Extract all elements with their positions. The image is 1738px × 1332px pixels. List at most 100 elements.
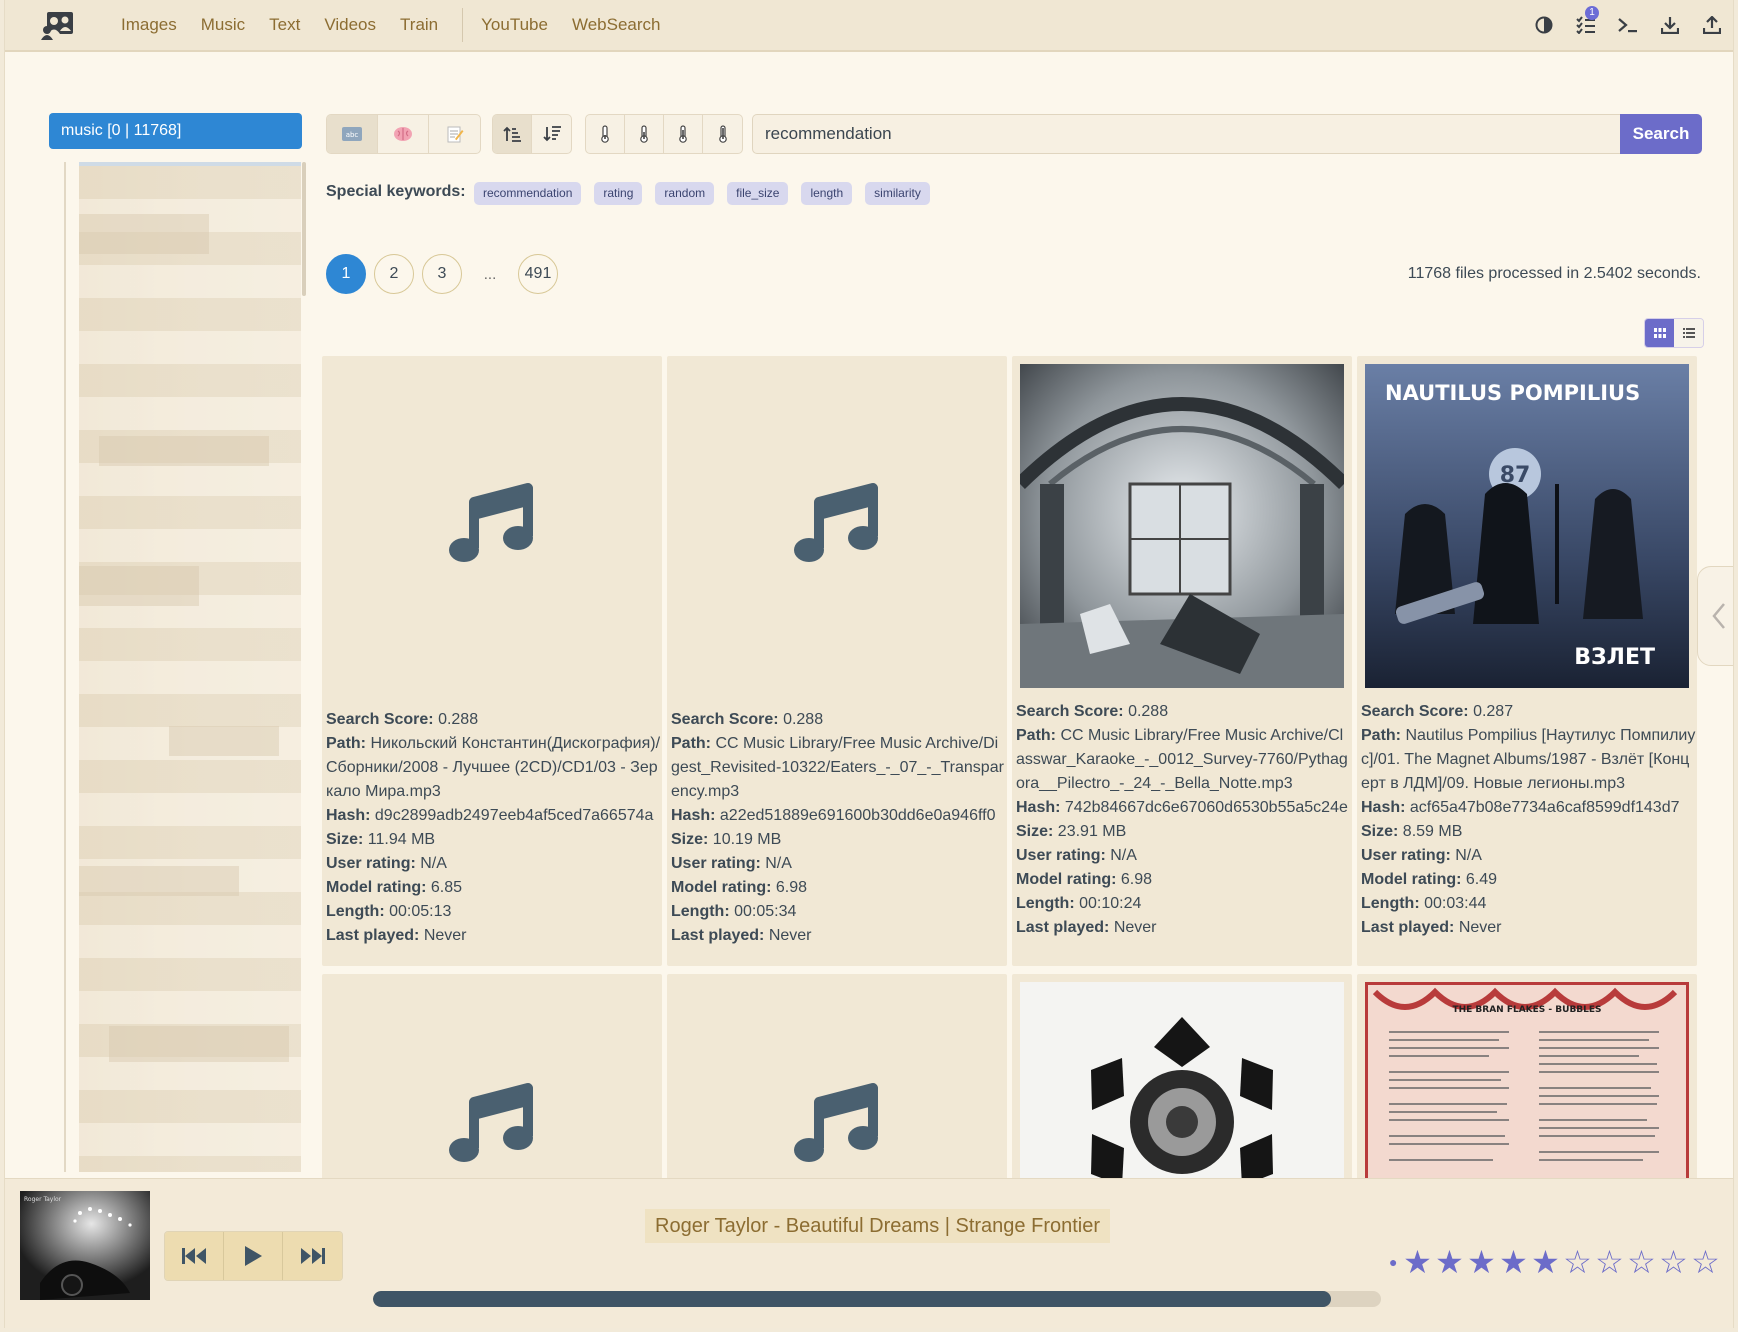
file-hash: a22ed51889e691600b30dd6e0a946ff0 (719, 807, 996, 824)
album-cover-ruined-hall (1020, 364, 1344, 688)
track-rating: ● ★ ★ ★ ★ ★ ☆ ☆ ☆ ☆ ☆ (1389, 1243, 1721, 1281)
music-player: Roger Taylor Roger Taylor - Beautiful Dr… (5, 1178, 1733, 1328)
album-cover-nautilus: NAUTILUS POMPILIUS 87 ВЗЛЕТ (1365, 364, 1689, 688)
progress-fill (373, 1291, 1331, 1307)
playback-progress-bar[interactable] (373, 1291, 1381, 1307)
page-ellipsis: ... (483, 265, 497, 283)
svg-text:abc: abc (346, 131, 359, 139)
last-played: Never (1458, 919, 1502, 936)
nav-train[interactable]: Train (400, 15, 438, 35)
result-card[interactable]: NAUTILUS POMPILIUS 87 ВЗЛЕТ Search Score… (1357, 356, 1697, 966)
result-card[interactable] (322, 974, 662, 1184)
page-last[interactable]: 491 (518, 254, 558, 294)
result-card[interactable] (1012, 974, 1352, 1184)
music-note-icon (675, 1026, 999, 1184)
last-played: Never (1113, 919, 1157, 936)
page-3[interactable]: 3 (422, 254, 462, 294)
abc-icon: abc (342, 127, 362, 141)
file-path: CC Music Library/Free Music Archive/Dige… (671, 735, 1004, 800)
file-size: 8.59 MB (1402, 823, 1463, 840)
card-metadata: Search Score: 0.288 Path: CC Music Libra… (671, 711, 1004, 944)
keyword-file-size[interactable]: file_size (727, 182, 789, 205)
temperature-3-button[interactable] (664, 115, 703, 153)
next-track-button[interactable] (283, 1232, 342, 1280)
star-filled-icon[interactable]: ★ (1465, 1243, 1497, 1281)
edit-mode-button[interactable] (429, 115, 480, 153)
star-empty-icon[interactable]: ☆ (1625, 1243, 1657, 1281)
track-length: 00:10:24 (1079, 895, 1142, 912)
keyword-rating[interactable]: rating (594, 182, 643, 205)
file-size: 10.19 MB (712, 831, 782, 848)
temperature-4-button[interactable] (703, 115, 742, 153)
previous-track-button[interactable] (165, 1232, 224, 1280)
terminal-icon[interactable] (1607, 4, 1649, 46)
svg-text:Roger Taylor: Roger Taylor (24, 1196, 62, 1203)
music-note-icon (330, 364, 654, 688)
semantic-mode-button[interactable] (378, 115, 429, 153)
card-metadata: Search Score: 0.288 Path: CC Music Libra… (1016, 703, 1348, 936)
nav-youtube[interactable]: YouTube (481, 15, 548, 35)
cover-subtitle: ВЗЛЕТ (1574, 645, 1655, 670)
keyword-length[interactable]: length (801, 182, 853, 205)
sort-group (492, 114, 572, 154)
nav-videos[interactable]: Videos (324, 15, 376, 35)
text-mode-button[interactable]: abc (327, 115, 378, 153)
brain-icon (394, 127, 412, 141)
cover-title: THE BRAN FLAKES - BUBBLES (1452, 1005, 1601, 1015)
nav-websearch[interactable]: WebSearch (572, 15, 661, 35)
users-logo-icon[interactable] (41, 10, 75, 40)
star-filled-icon[interactable]: ★ (1433, 1243, 1465, 1281)
search-mode-group: abc (326, 114, 481, 154)
download-icon[interactable] (1649, 4, 1691, 46)
keyword-similarity[interactable]: similarity (865, 182, 930, 205)
upload-icon[interactable] (1691, 4, 1733, 46)
search-button[interactable]: Search (1620, 114, 1702, 154)
temperature-1-button[interactable] (586, 115, 625, 153)
now-playing-title: Roger Taylor - Beautiful Dreams | Strang… (645, 1209, 1111, 1243)
nav-images[interactable]: Images (121, 15, 177, 35)
user-rating: N/A (1455, 847, 1482, 864)
search-score: 0.288 (1128, 703, 1169, 720)
file-hash: d9c2899adb2497eeb4af5ced7a66574a (374, 807, 654, 824)
result-card[interactable]: THE BRAN FLAKES - BUBBLES (1357, 974, 1697, 1184)
list-view-button[interactable] (1674, 319, 1703, 347)
model-rating: 6.98 (775, 879, 808, 896)
nav-text[interactable]: Text (269, 15, 300, 35)
sort-descending-button[interactable] (532, 115, 571, 153)
page-2[interactable]: 2 (374, 254, 414, 294)
folder-tree-scrollbar[interactable] (302, 162, 306, 296)
result-card[interactable]: Search Score: 0.288 Path: Никольский Кон… (322, 356, 662, 966)
star-filled-icon[interactable]: ★ (1497, 1243, 1529, 1281)
play-button[interactable] (224, 1232, 283, 1280)
keyword-random[interactable]: random (655, 182, 715, 205)
side-panel-toggle[interactable] (1697, 566, 1733, 666)
task-list-icon[interactable]: 1 (1565, 4, 1607, 46)
star-filled-icon[interactable]: ★ (1529, 1243, 1561, 1281)
result-card[interactable]: Search Score: 0.288 Path: CC Music Libra… (667, 356, 1007, 966)
theme-toggle-icon[interactable] (1523, 4, 1565, 46)
file-path: Nautilus Pompilius [Наутилус Помпилиус]/… (1361, 727, 1696, 792)
grid-view-button[interactable] (1645, 319, 1674, 347)
rating-clear-dot[interactable]: ● (1389, 1254, 1397, 1270)
result-card[interactable] (667, 974, 1007, 1184)
play-icon (245, 1246, 262, 1266)
star-empty-icon[interactable]: ☆ (1689, 1243, 1721, 1281)
track-length: 00:03:44 (1424, 895, 1487, 912)
keyword-recommendation[interactable]: recommendation (474, 182, 582, 205)
list-icon (1682, 328, 1695, 338)
sort-ascending-button[interactable] (493, 115, 532, 153)
folder-root-button[interactable]: music [0 | 11768] (49, 113, 302, 149)
folder-tree-blurred (79, 162, 301, 1172)
star-empty-icon[interactable]: ☆ (1657, 1243, 1689, 1281)
page-1[interactable]: 1 (326, 254, 366, 294)
music-note-icon (675, 364, 999, 688)
star-filled-icon[interactable]: ★ (1401, 1243, 1433, 1281)
star-empty-icon[interactable]: ☆ (1593, 1243, 1625, 1281)
album-cover-snowflake (1020, 982, 1344, 1182)
temperature-2-button[interactable] (625, 115, 664, 153)
nav-music[interactable]: Music (201, 15, 245, 35)
star-empty-icon[interactable]: ☆ (1561, 1243, 1593, 1281)
result-card[interactable]: Search Score: 0.288 Path: CC Music Libra… (1012, 356, 1352, 966)
search-input[interactable] (752, 114, 1620, 154)
thermometer-icon (679, 125, 687, 143)
